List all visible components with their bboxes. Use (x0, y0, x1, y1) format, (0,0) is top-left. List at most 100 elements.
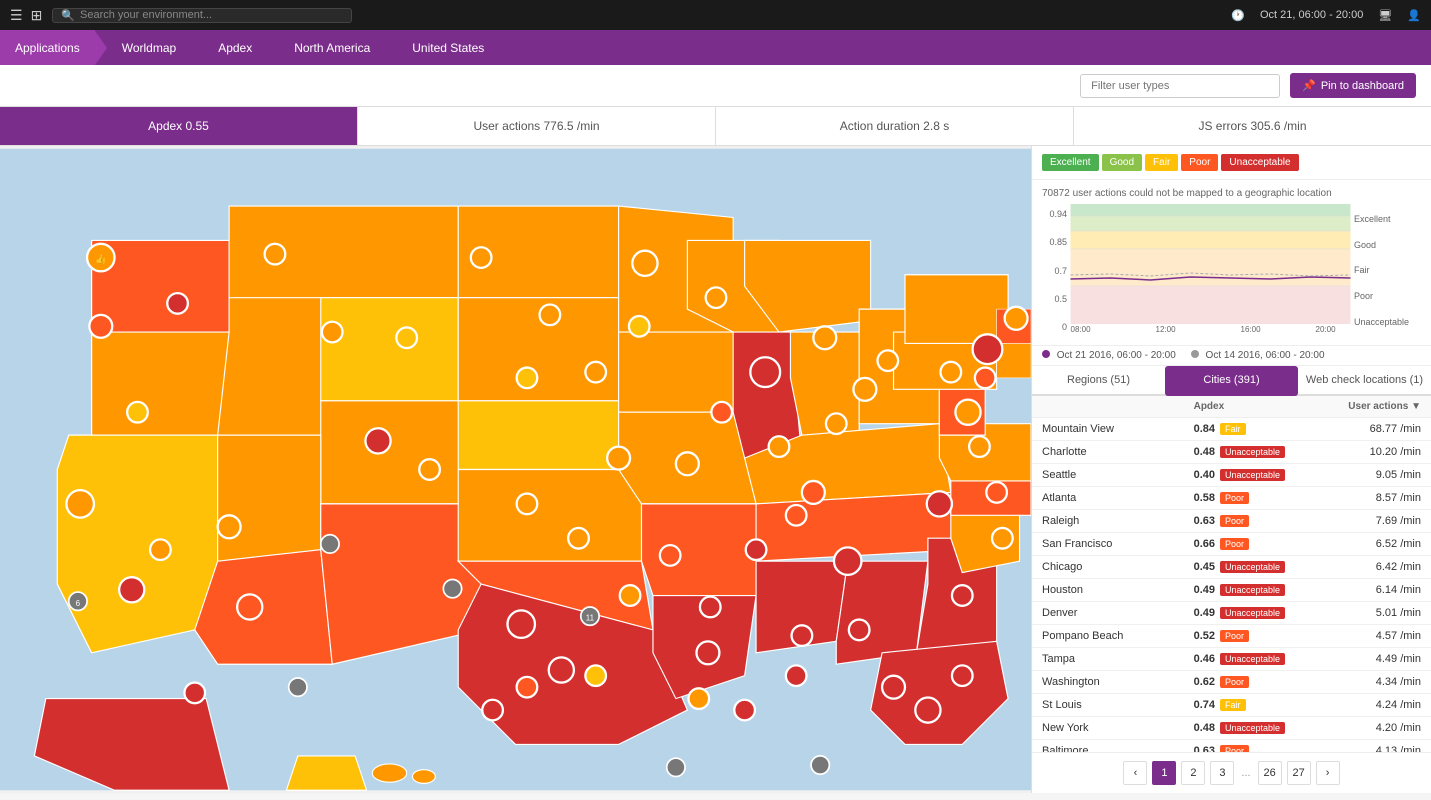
map-area[interactable]: 👍 (0, 146, 1031, 793)
city-apdex: 0.66 Poor (1194, 538, 1308, 550)
city-name: Raleigh (1042, 515, 1194, 527)
city-actions: 4.49 /min (1307, 653, 1421, 665)
city-apdex: 0.45 Unacceptable (1194, 561, 1308, 573)
city-name: Seattle (1042, 469, 1194, 481)
status-badge: Poor (1220, 492, 1249, 504)
city-apdex: 0.49 Unacceptable (1194, 607, 1308, 619)
status-badge: Unacceptable (1220, 607, 1285, 619)
svg-text:16:00: 16:00 (1241, 325, 1262, 334)
breadcrumb-arrow-2 (191, 31, 203, 65)
grid-icon[interactable]: ⊞ (31, 7, 43, 24)
topbar-menu-icons: ☰ ⊞ (10, 7, 42, 24)
tab-cities[interactable]: Cities (391) (1165, 366, 1298, 396)
pin-button[interactable]: 📌 Pin to dashboard (1290, 73, 1416, 98)
city-actions: 68.77 /min (1307, 423, 1421, 435)
city-name: Baltimore (1042, 745, 1194, 752)
status-badge: Unacceptable (1220, 653, 1285, 665)
pagination: ‹ 1 2 3 ... 26 27 › (1032, 752, 1431, 793)
apdex-chart: 70872 user actions could not be mapped t… (1032, 180, 1431, 346)
city-actions: 6.42 /min (1307, 561, 1421, 573)
city-apdex: 0.49 Unacceptable (1194, 584, 1308, 596)
table-row[interactable]: San Francisco 0.66 Poor 6.52 /min (1032, 533, 1431, 556)
page-2[interactable]: 2 (1181, 761, 1205, 785)
status-badge: Unacceptable (1220, 561, 1285, 573)
table-row[interactable]: Houston 0.49 Unacceptable 6.14 /min (1032, 579, 1431, 602)
page-26[interactable]: 26 (1258, 761, 1282, 785)
city-actions: 7.69 /min (1307, 515, 1421, 527)
city-apdex: 0.74 Fair (1194, 699, 1308, 711)
breadcrumb-item-worldmap[interactable]: Worldmap (107, 30, 191, 65)
tab-web-check[interactable]: Web check locations (1) (1298, 366, 1431, 396)
us-map: 👍 (0, 146, 1031, 793)
breadcrumb-item-united-states[interactable]: United States (397, 30, 499, 65)
breadcrumb-item-north-america[interactable]: North America (279, 30, 385, 65)
search-box[interactable]: 🔍 (52, 8, 352, 23)
svg-text:08:00: 08:00 (1071, 325, 1092, 334)
table-row[interactable]: Pompano Beach 0.52 Poor 4.57 /min (1032, 625, 1431, 648)
table-row[interactable]: Mountain View 0.84 Fair 68.77 /min (1032, 418, 1431, 441)
tab-apdex[interactable]: Apdex 0.55 (0, 107, 358, 145)
city-actions: 8.57 /min (1307, 492, 1421, 504)
topbar-right: 🕐 Oct 21, 06:00 - 20:00 🖥 👤 (1231, 9, 1421, 22)
table-header: Apdex User actions ▼ (1032, 396, 1431, 418)
header-apdex: Apdex (1194, 401, 1308, 412)
city-name: Denver (1042, 607, 1194, 619)
user-icon[interactable]: 👤 (1407, 9, 1421, 22)
page-prev[interactable]: ‹ (1123, 761, 1147, 785)
tab-js-errors[interactable]: JS errors 305.6 /min (1074, 107, 1431, 145)
page-27[interactable]: 27 (1287, 761, 1311, 785)
table-row[interactable]: Atlanta 0.58 Poor 8.57 /min (1032, 487, 1431, 510)
svg-text:6: 6 (76, 599, 81, 608)
breadcrumb-arrow-1 (95, 31, 107, 65)
city-apdex: 0.52 Poor (1194, 630, 1308, 642)
status-badge: Poor (1220, 515, 1249, 527)
city-name: Chicago (1042, 561, 1194, 573)
table-row[interactable]: Seattle 0.40 Unacceptable 9.05 /min (1032, 464, 1431, 487)
page-1[interactable]: 1 (1152, 761, 1176, 785)
breadcrumb-item-applications[interactable]: Applications (0, 30, 95, 65)
pin-icon: 📌 (1302, 79, 1316, 92)
tab-action-duration[interactable]: Action duration 2.8 s (716, 107, 1074, 145)
legend-excellent: Excellent (1042, 154, 1099, 171)
city-name: San Francisco (1042, 538, 1194, 550)
apdex-legend: Excellent Good Fair Poor Unacceptable (1032, 146, 1431, 180)
filter-input[interactable] (1080, 74, 1280, 98)
breadcrumb-item-apdex[interactable]: Apdex (203, 30, 267, 65)
city-name: Mountain View (1042, 423, 1194, 435)
table-row[interactable]: Charlotte 0.48 Unacceptable 10.20 /min (1032, 441, 1431, 464)
table-row[interactable]: Raleigh 0.63 Poor 7.69 /min (1032, 510, 1431, 533)
chart-svg: 08:00 12:00 16:00 20:00 (1070, 204, 1351, 334)
toolbar: 📌 Pin to dashboard (0, 65, 1431, 107)
tab-user-actions[interactable]: User actions 776.5 /min (358, 107, 716, 145)
svg-text:12:00: 12:00 (1156, 325, 1177, 334)
page-3[interactable]: 3 (1210, 761, 1234, 785)
table-row[interactable]: New York 0.48 Unacceptable 4.20 /min (1032, 717, 1431, 740)
table-row[interactable]: Denver 0.49 Unacceptable 5.01 /min (1032, 602, 1431, 625)
table-row[interactable]: Tampa 0.46 Unacceptable 4.49 /min (1032, 648, 1431, 671)
search-input[interactable] (80, 9, 343, 21)
city-name: Houston (1042, 584, 1194, 596)
city-actions: 4.34 /min (1307, 676, 1421, 688)
status-badge: Unacceptable (1220, 446, 1285, 458)
svg-text:11: 11 (586, 614, 595, 623)
menu-icon[interactable]: ☰ (10, 7, 23, 24)
notifications-icon[interactable]: 🖥 (1378, 9, 1392, 22)
page-dots: ... (1239, 767, 1252, 779)
city-name: Washington (1042, 676, 1194, 688)
status-badge: Poor (1220, 745, 1249, 752)
table-row[interactable]: Chicago 0.45 Unacceptable 6.42 /min (1032, 556, 1431, 579)
city-apdex: 0.58 Poor (1194, 492, 1308, 504)
city-apdex: 0.63 Poor (1194, 745, 1308, 752)
page-next[interactable]: › (1316, 761, 1340, 785)
table-row[interactable]: St Louis 0.74 Fair 4.24 /min (1032, 694, 1431, 717)
city-actions: 4.24 /min (1307, 699, 1421, 711)
city-apdex: 0.46 Unacceptable (1194, 653, 1308, 665)
city-apdex: 0.48 Unacceptable (1194, 446, 1308, 458)
city-actions: 6.52 /min (1307, 538, 1421, 550)
right-panel: Excellent Good Fair Poor Unacceptable 70… (1031, 146, 1431, 793)
table-row[interactable]: Baltimore 0.63 Poor 4.13 /min (1032, 740, 1431, 752)
tab-regions[interactable]: Regions (51) (1032, 366, 1165, 396)
status-badge: Poor (1220, 630, 1249, 642)
table-row[interactable]: Washington 0.62 Poor 4.34 /min (1032, 671, 1431, 694)
status-badge: Fair (1220, 423, 1246, 435)
